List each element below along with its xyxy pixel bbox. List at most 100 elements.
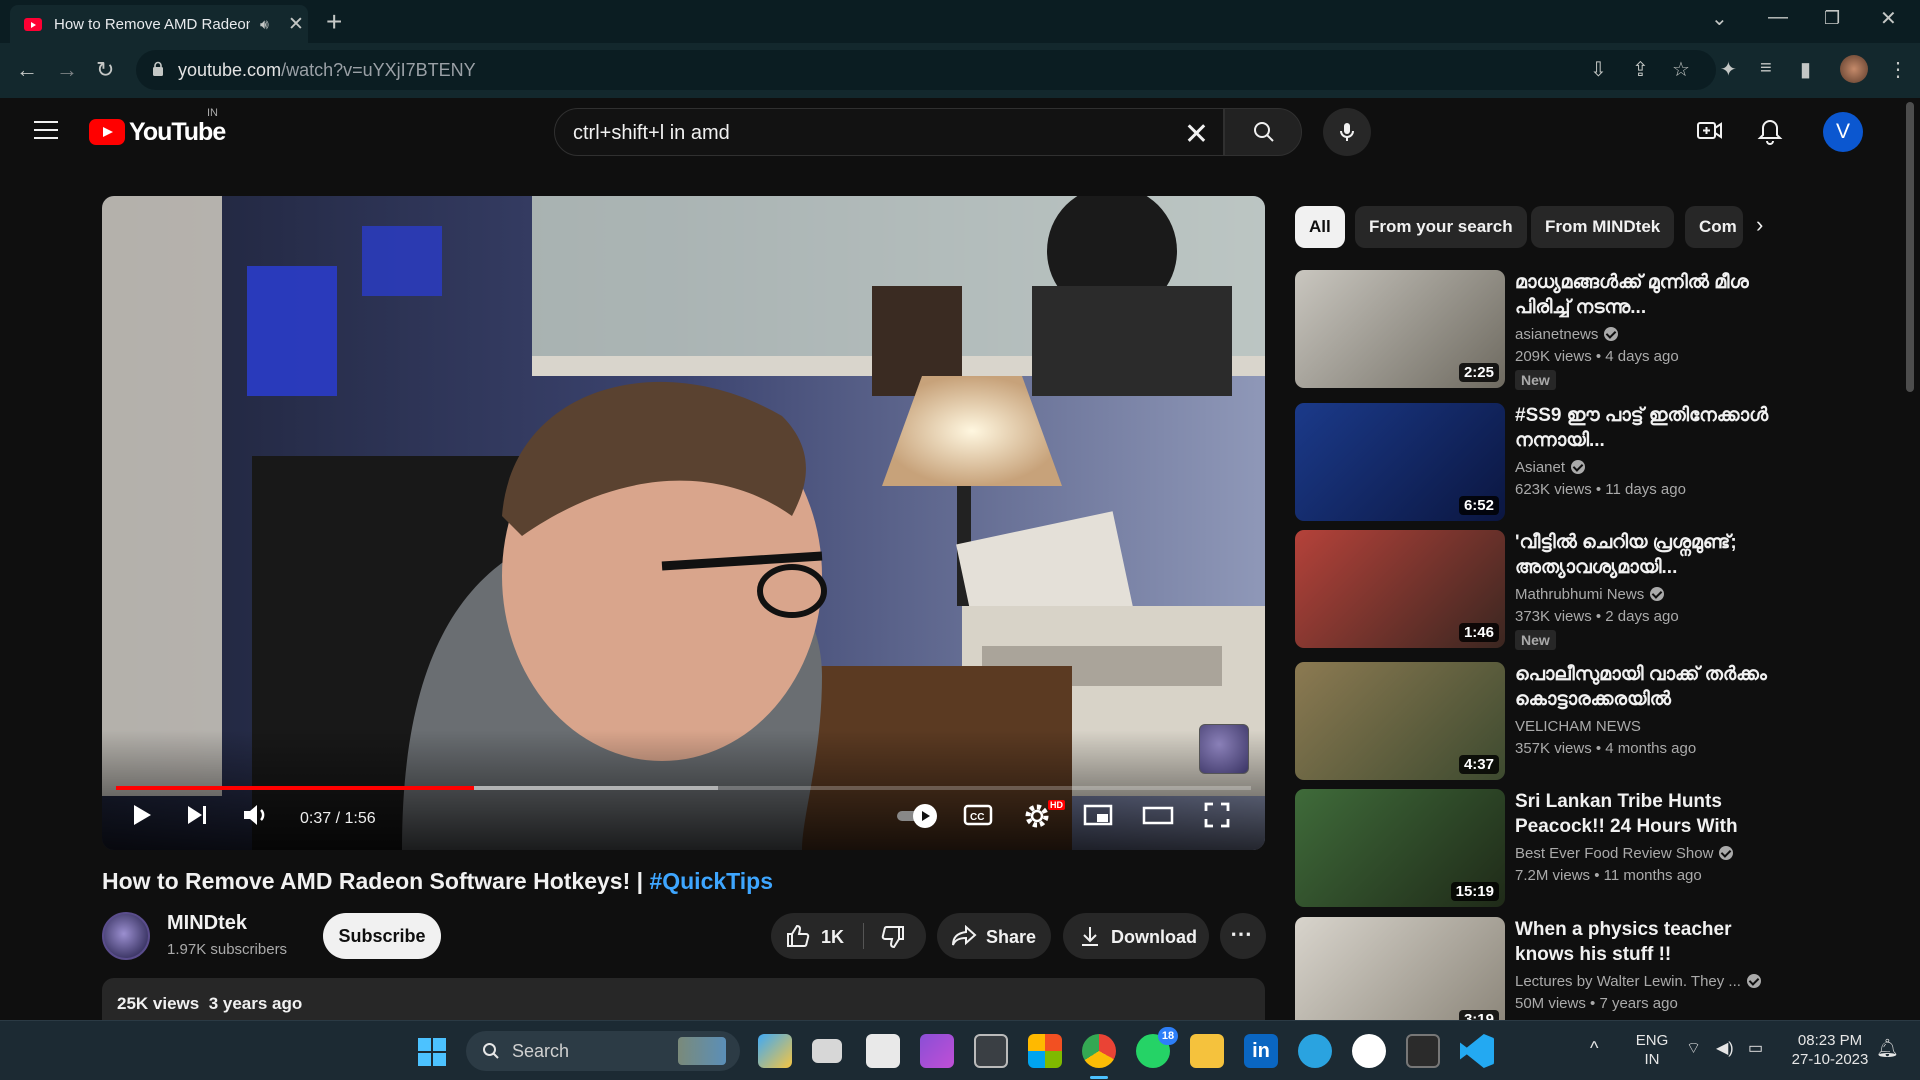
windows-start-icon[interactable]: [418, 1038, 446, 1066]
terminal-app-icon[interactable]: [1406, 1034, 1440, 1068]
recommendation-channel[interactable]: asianetnews: [1515, 326, 1619, 343]
copilot-app-icon[interactable]: [758, 1034, 792, 1068]
tab-close-button[interactable]: ✕: [288, 13, 304, 36]
recommendation-title[interactable]: മാധ്യമങ്ങൾക്ക് മുന്നിൽ മീശ പിരിച്ച് നടന്…: [1515, 270, 1775, 320]
video-thumbnail[interactable]: 2:25: [1295, 270, 1505, 388]
recommendation-item[interactable]: 1:46 'വീട്ടിൽ ചെറിയ പ്രശ്നമുണ്ട്; അത്യാവ…: [1295, 530, 1765, 650]
hamburger-menu-icon[interactable]: [34, 121, 58, 139]
battery-icon[interactable]: ▭: [1748, 1039, 1763, 1058]
telegram-app-icon[interactable]: [1298, 1034, 1332, 1068]
vscode-app-icon[interactable]: [1460, 1034, 1494, 1068]
extensions-puzzle-icon[interactable]: ✦: [1720, 57, 1737, 82]
speaker-icon[interactable]: ◀): [1716, 1039, 1734, 1058]
profile-avatar[interactable]: [1840, 55, 1868, 83]
recommendation-item[interactable]: 6:52 #SS9 ഈ പാട്ട് ഇതിനേക്കാൾ നന്നായി...…: [1295, 403, 1768, 523]
clipchamp-icon[interactable]: [920, 1034, 954, 1068]
language-indicator[interactable]: ENG IN: [1632, 1031, 1672, 1069]
video-thumbnail[interactable]: 4:37: [1295, 662, 1505, 780]
search-button[interactable]: [1224, 108, 1302, 156]
browser-tab-youtube[interactable]: How to Remove AMD Radeon Software Hotkey…: [10, 5, 308, 43]
play-icon[interactable]: [126, 800, 156, 830]
page-scrollbar-thumb[interactable]: [1906, 102, 1914, 392]
video-thumbnail[interactable]: 6:52: [1295, 403, 1505, 521]
volume-icon[interactable]: [240, 800, 272, 830]
chip-com[interactable]: Com: [1685, 206, 1743, 248]
new-tab-button[interactable]: +: [326, 6, 342, 38]
autoplay-toggle-icon[interactable]: [895, 802, 941, 830]
microsoft-store-icon[interactable]: [1028, 1034, 1062, 1068]
subscribe-button[interactable]: Subscribe: [323, 913, 441, 959]
recommendation-item[interactable]: 15:19 Sri Lankan Tribe Hunts Peacock!! 2…: [1295, 789, 1765, 909]
chrome-app-icon[interactable]: [1082, 1034, 1116, 1068]
snipping-tool-icon[interactable]: [866, 1034, 900, 1068]
tray-chevron-up-icon[interactable]: ^: [1590, 1039, 1598, 1058]
reload-icon[interactable]: ↻: [96, 57, 114, 83]
bookmark-star-icon[interactable]: ☆: [1672, 57, 1690, 82]
progress-bar[interactable]: [116, 786, 1251, 790]
video-thumbnail[interactable]: 3:19: [1295, 917, 1505, 1035]
tab-audio-icon[interactable]: 🔊︎: [260, 16, 269, 33]
install-app-icon[interactable]: ⇩: [1590, 57, 1607, 82]
recommendation-channel[interactable]: Best Ever Food Review Show: [1515, 845, 1734, 862]
tab-search-chevron-icon[interactable]: ⌄: [1711, 6, 1728, 31]
minimize-button[interactable]: —: [1768, 6, 1788, 29]
close-window-button[interactable]: ✕: [1880, 6, 1897, 31]
share-button[interactable]: Share: [937, 913, 1051, 959]
chevron-right-icon[interactable]: ›: [1756, 212, 1763, 238]
recommendation-channel[interactable]: VELICHAM NEWS: [1515, 718, 1641, 735]
wifi-icon[interactable]: ⌔: [1686, 1039, 1701, 1058]
address-bar[interactable]: youtube.com/watch?v=uYXjI7BTENY: [136, 50, 1716, 90]
recommendation-channel[interactable]: Mathrubhumi News: [1515, 586, 1665, 603]
recommendation-title[interactable]: 'വീട്ടിൽ ചെറിയ പ്രശ്നമുണ്ട്; അത്യാവശ്യമാ…: [1515, 530, 1775, 580]
channel-avatar[interactable]: [102, 912, 150, 960]
next-video-icon[interactable]: [182, 800, 212, 830]
back-arrow-icon[interactable]: ←: [16, 57, 38, 83]
chip-all[interactable]: All: [1295, 206, 1345, 248]
recommendation-title[interactable]: #SS9 ഈ പാട്ട് ഇതിനേക്കാൾ നന്നായി...: [1515, 403, 1775, 453]
recommendation-item[interactable]: 2:25 മാധ്യമങ്ങൾക്ക് മുന്നിൽ മീശ പിരിച്ച്…: [1295, 270, 1765, 390]
browser-menu-icon[interactable]: ⋮: [1888, 57, 1908, 82]
recommendation-channel[interactable]: Asianet: [1515, 459, 1586, 476]
account-avatar[interactable]: V: [1823, 112, 1863, 152]
miniplayer-icon[interactable]: [1082, 800, 1114, 830]
recommendation-title[interactable]: പൊലീസുമായി വാക്ക് തർക്കം കൊട്ടാരക്കരയിൽ: [1515, 662, 1775, 712]
media-control-icon[interactable]: ≡: [1760, 57, 1772, 80]
recommendation-title[interactable]: Sri Lankan Tribe Hunts Peacock!! 24 Hour…: [1515, 789, 1775, 839]
fullscreen-icon[interactable]: [1202, 800, 1232, 830]
create-video-icon[interactable]: [1696, 118, 1724, 144]
video-thumbnail[interactable]: 1:46: [1295, 530, 1505, 648]
search-input[interactable]: ctrl+shift+l in amd ✕: [554, 108, 1224, 156]
linkedin-app-icon[interactable]: in: [1244, 1034, 1278, 1068]
chip-from-your-search[interactable]: From your search: [1355, 206, 1527, 248]
notification-bell-icon[interactable]: 🔔︎: [1876, 1039, 1899, 1058]
like-button[interactable]: 1K: [771, 913, 863, 959]
notifications-bell-icon[interactable]: [1757, 118, 1783, 146]
channel-name[interactable]: MINDtek: [167, 912, 247, 935]
download-button[interactable]: Download: [1063, 913, 1209, 959]
video-thumbnail[interactable]: 15:19: [1295, 789, 1505, 907]
vpn-app-icon[interactable]: [1352, 1034, 1386, 1068]
taskbar-search-box[interactable]: Search: [466, 1031, 740, 1071]
recommendation-item[interactable]: 4:37 പൊലീസുമായി വാക്ക് തർക്കം കൊട്ടാരക്ക…: [1295, 662, 1767, 782]
task-view-icon[interactable]: [812, 1039, 842, 1063]
forward-arrow-icon[interactable]: →: [56, 57, 78, 83]
restore-button[interactable]: ❐: [1824, 8, 1840, 29]
hashtag-link[interactable]: #QuickTips: [649, 868, 773, 894]
clear-search-icon[interactable]: ✕: [1184, 117, 1209, 152]
video-player[interactable]: 0:37 / 1:56 CC HD: [102, 196, 1265, 850]
channel-watermark-icon[interactable]: [1199, 724, 1249, 774]
recommendation-title[interactable]: When a physics teacher knows his stuff !…: [1515, 917, 1775, 967]
recommendation-channel[interactable]: Lectures by Walter Lewin. They ...: [1515, 973, 1761, 990]
captions-icon[interactable]: CC: [962, 800, 994, 830]
voice-search-button[interactable]: [1323, 108, 1371, 156]
chip-from-mindtek[interactable]: From MINDtek: [1531, 206, 1675, 248]
side-panel-icon[interactable]: ▮: [1800, 57, 1811, 82]
recommendation-item[interactable]: 3:19 When a physics teacher knows his st…: [1295, 917, 1765, 1037]
file-explorer-icon[interactable]: [1190, 1034, 1224, 1068]
dislike-button[interactable]: [864, 913, 926, 959]
more-actions-button[interactable]: ⋯: [1220, 913, 1266, 959]
camera-app-icon[interactable]: [974, 1034, 1008, 1068]
theater-mode-icon[interactable]: [1142, 800, 1174, 830]
clock[interactable]: 08:23 PM 27-10-2023: [1780, 1031, 1880, 1069]
share-page-icon[interactable]: ⇪: [1632, 57, 1649, 82]
